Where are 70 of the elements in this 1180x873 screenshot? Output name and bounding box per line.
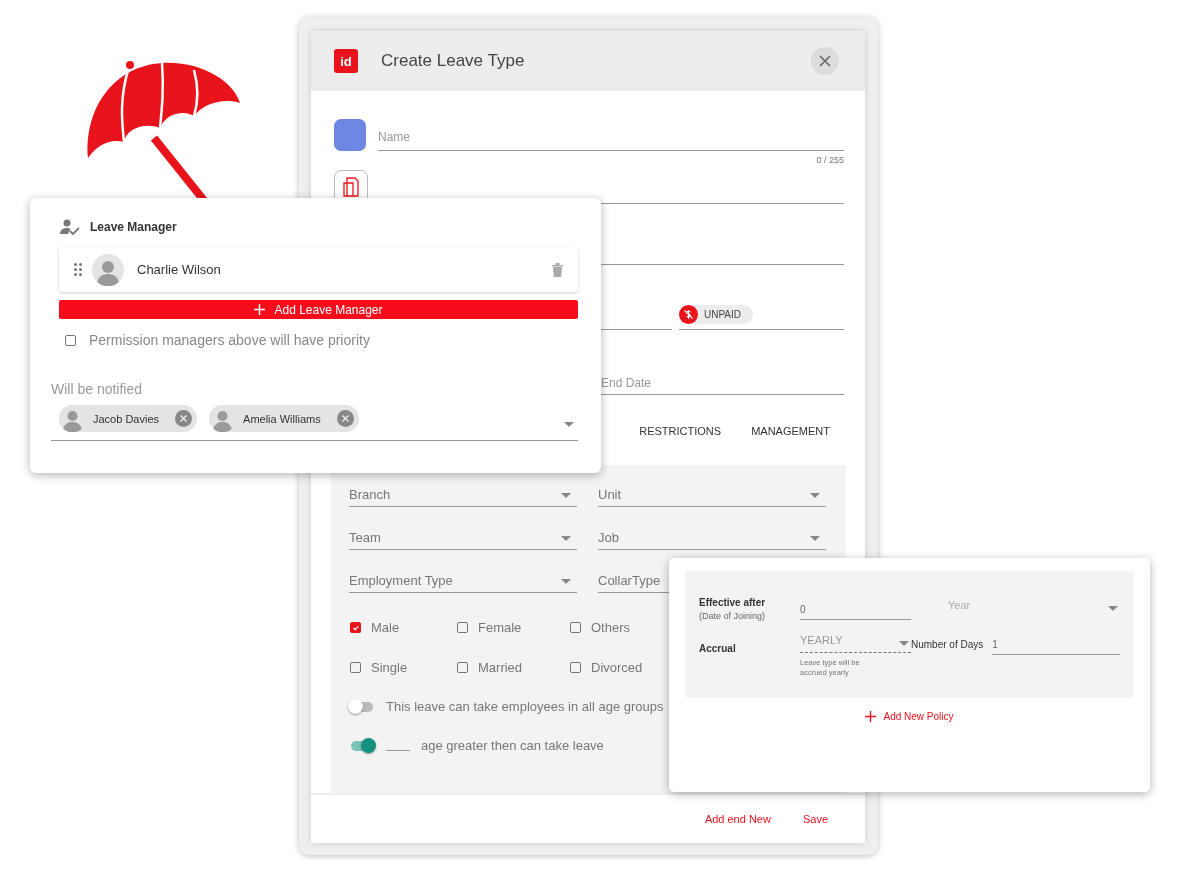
field-label: Will be notified — [51, 381, 144, 397]
no-money-icon — [683, 309, 694, 320]
toggle-switch[interactable] — [351, 740, 373, 751]
field-sublabel: (Date of Joining) — [699, 611, 767, 621]
plus-icon — [865, 711, 877, 722]
toggle-label: This leave can take employees in all age groups — [386, 699, 664, 714]
number-field[interactable]: 0 — [800, 598, 911, 620]
pay-chip[interactable]: UNPAID — [679, 305, 754, 324]
close-button[interactable] — [811, 47, 839, 75]
toggle-label: age greater then can take leave — [421, 738, 604, 753]
remove-icon[interactable] — [175, 410, 193, 427]
remove-icon[interactable] — [336, 410, 354, 427]
caret-icon — [810, 493, 820, 498]
select-field[interactable]: Branch — [349, 479, 577, 507]
days-field[interactable]: 1 — [992, 639, 1120, 655]
document-icon — [343, 177, 359, 197]
manager-row[interactable]: Charlie Wilson — [59, 247, 578, 292]
select-field[interactable]: Employment Type — [349, 565, 577, 593]
checkbox[interactable] — [570, 662, 581, 673]
plus-icon — [254, 304, 266, 315]
checkbox-label: Female — [478, 620, 522, 635]
checkbox[interactable] — [457, 622, 468, 633]
checkbox[interactable] — [457, 662, 468, 673]
caret-icon — [810, 536, 820, 541]
field-label: Effective after — [699, 597, 766, 608]
select-field[interactable]: Unit — [598, 479, 826, 507]
caret-icon — [561, 536, 571, 541]
character-counter: 0 / 255 — [816, 155, 844, 165]
name-field[interactable]: Name — [378, 121, 844, 151]
caret-icon — [564, 422, 574, 427]
dialog-title: Create Leave Type — [381, 51, 526, 71]
action-button[interactable]: Add end New — [704, 813, 771, 825]
drag-handle-icon — [74, 263, 82, 276]
checkbox-label: Married — [478, 660, 523, 675]
avatar-icon — [92, 253, 124, 286]
add-manager-button[interactable]: Add Leave Manager — [59, 300, 578, 319]
caret-icon — [561, 579, 571, 584]
caret-icon — [1108, 606, 1118, 611]
select-field[interactable]: Team — [349, 522, 577, 550]
checkbox-label: Divorced — [591, 660, 643, 675]
select-field[interactable]: Job — [598, 522, 826, 550]
field-label: Accrual — [699, 643, 736, 654]
app-logo: id — [334, 49, 358, 73]
checkbox[interactable] — [65, 334, 76, 346]
manager-name: Charlie Wilson — [137, 262, 222, 277]
card-title: Leave Manager — [90, 220, 177, 234]
field-label: Number of Days — [911, 639, 984, 650]
caret-icon — [561, 493, 571, 498]
checkbox[interactable] — [570, 622, 581, 633]
add-policy-button[interactable]: Add New Policy — [865, 711, 954, 722]
checkbox-label: Male — [371, 620, 400, 635]
checkbox[interactable] — [350, 622, 361, 633]
checkbox-label: Permission managers above will have priority — [89, 332, 370, 348]
trash-icon[interactable] — [552, 262, 563, 277]
checkbox-label: Others — [591, 620, 630, 635]
tab[interactable]: RESTRICTIONS — [625, 425, 736, 443]
user-check-icon — [60, 219, 80, 235]
caret-icon — [899, 641, 909, 646]
checkbox-label: Single — [371, 660, 408, 675]
color-swatch[interactable] — [334, 119, 366, 151]
person-chip[interactable]: Jacob Davies — [59, 405, 198, 432]
checkbox[interactable] — [350, 662, 361, 673]
action-button[interactable]: Save — [802, 813, 828, 825]
toggle-switch[interactable] — [351, 701, 373, 712]
accrual-select[interactable]: YEARLY — [800, 631, 911, 653]
close-icon — [819, 55, 831, 67]
check-icon — [351, 623, 360, 632]
tab[interactable]: MANAGEMENT — [737, 425, 844, 443]
person-chip[interactable]: Amelia Williams — [209, 405, 359, 432]
people-select[interactable]: Jacob Davies Amelia Williams — [51, 397, 578, 441]
